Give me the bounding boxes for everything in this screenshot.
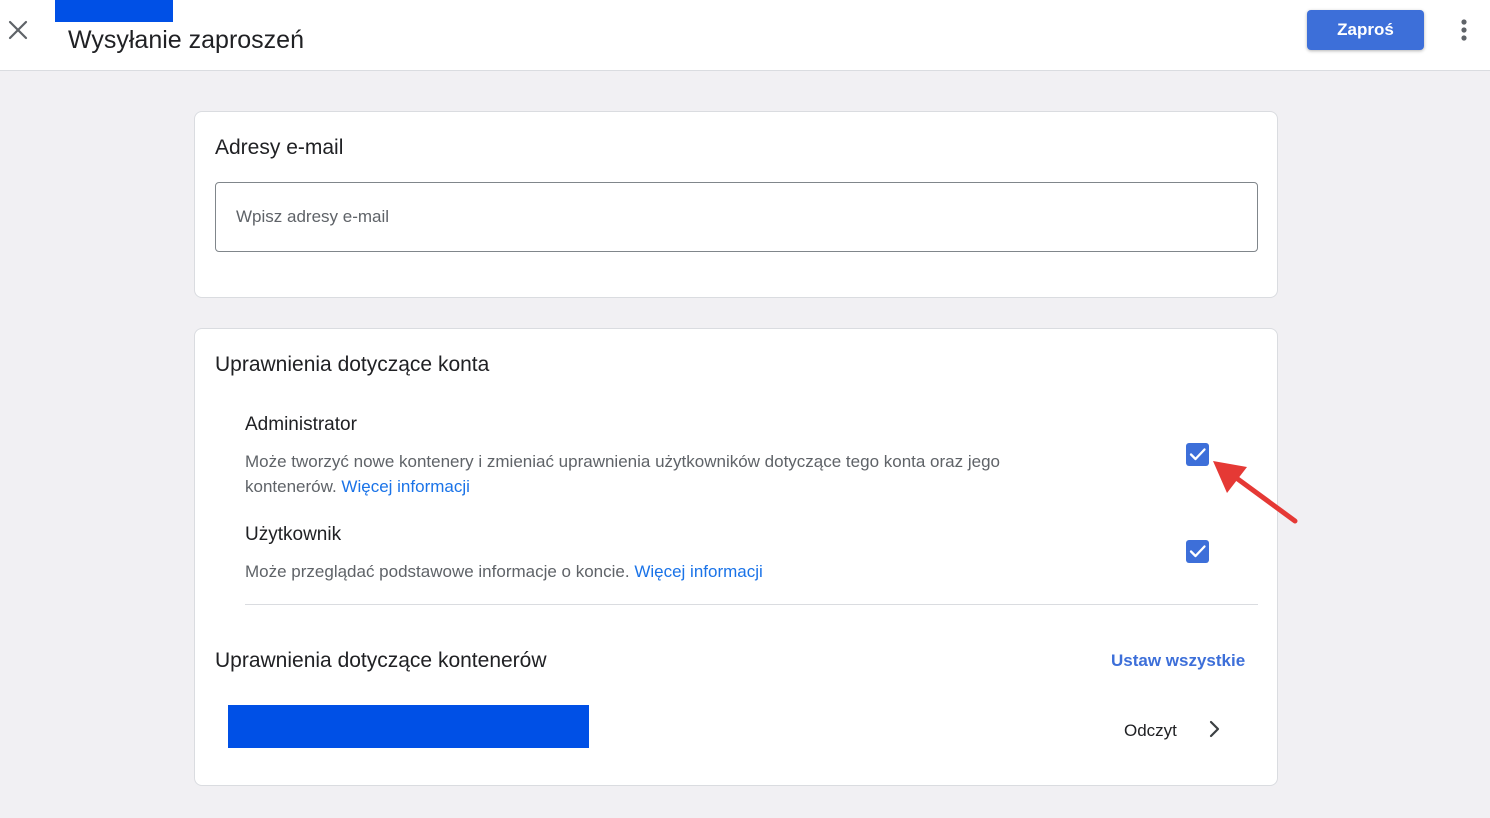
chevron-right-icon[interactable] xyxy=(1202,717,1226,741)
role-description-user: Może przeglądać podstawowe informacje o … xyxy=(245,559,1025,584)
red-arrow-icon xyxy=(1205,455,1305,535)
close-icon[interactable] xyxy=(6,18,30,42)
check-icon xyxy=(1189,545,1206,558)
divider xyxy=(245,604,1258,605)
role-description-administrator: Może tworzyć nowe kontenery i zmieniać u… xyxy=(245,449,1025,499)
email-section-title: Adresy e-mail xyxy=(215,136,344,159)
email-card: Adresy e-mail xyxy=(194,111,1278,298)
account-permissions-title: Uprawnienia dotyczące konta xyxy=(215,353,490,376)
set-all-link[interactable]: Ustaw wszystkie xyxy=(1111,651,1245,671)
permissions-card: Uprawnienia dotyczące konta Administrato… xyxy=(194,328,1278,786)
role-title-user: Użytkownik xyxy=(245,524,342,545)
learn-more-link[interactable]: Więcej informacji xyxy=(634,562,762,581)
email-input[interactable] xyxy=(215,182,1258,252)
redacted-container-name xyxy=(228,705,589,748)
redacted-account-name xyxy=(55,0,173,22)
user-checkbox[interactable] xyxy=(1186,540,1209,563)
container-permissions-title: Uprawnienia dotyczące kontenerów xyxy=(215,649,547,672)
top-app-bar: Wysyłanie zaproszeń Zaproś xyxy=(0,0,1490,71)
learn-more-link[interactable]: Więcej informacji xyxy=(341,477,469,496)
invite-button[interactable]: Zaproś xyxy=(1307,10,1424,50)
container-access-value: Odczyt xyxy=(1124,721,1177,740)
role-description-text: Może przeglądać podstawowe informacje o … xyxy=(245,562,630,581)
page-title: Wysyłanie zaproszeń xyxy=(68,26,304,54)
more-vert-icon[interactable] xyxy=(1452,17,1476,43)
role-title-administrator: Administrator xyxy=(245,414,357,435)
